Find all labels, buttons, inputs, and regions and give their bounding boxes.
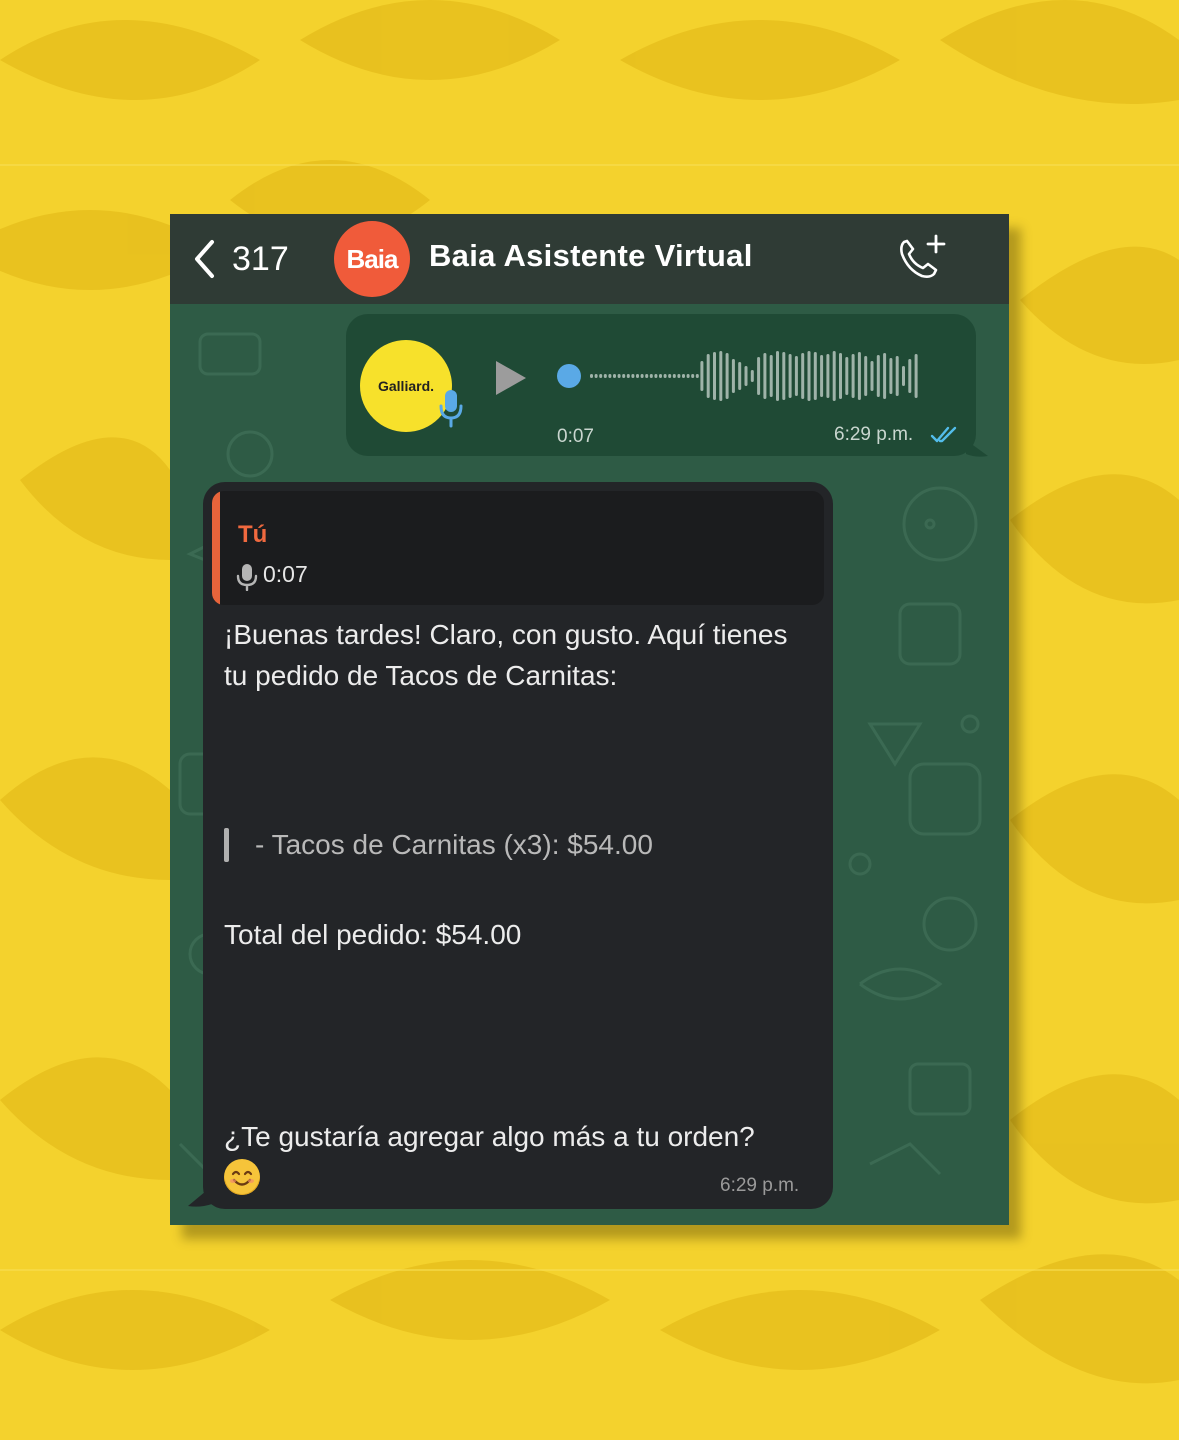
waveform-bar xyxy=(719,351,723,401)
waveform-bar xyxy=(622,374,626,378)
waveform-bar xyxy=(794,356,798,396)
waveform-bar xyxy=(640,374,644,378)
waveform-bar xyxy=(659,374,662,378)
waveform-bar xyxy=(839,353,842,399)
waveform-bar xyxy=(908,359,912,393)
unread-count: 317 xyxy=(232,239,289,278)
waveform-bar xyxy=(851,354,855,398)
waveform-bar xyxy=(914,354,918,398)
waveform-bar xyxy=(672,374,676,378)
waveform-bar xyxy=(631,374,635,378)
message-line-greeting: ¡Buenas tardes! Claro, con gusto. Aquí t… xyxy=(224,619,788,691)
waveform-bar xyxy=(668,374,672,378)
waveform-bar xyxy=(713,352,716,400)
waveform-bar xyxy=(613,374,616,378)
waveform-bar xyxy=(801,353,805,399)
waveform-bar xyxy=(870,361,874,391)
double-check-icon xyxy=(930,426,957,443)
message-line-order-item: - Tacos de Carnitas (x3): $54.00 xyxy=(224,824,653,865)
waveform-bar xyxy=(820,355,824,397)
waveform-bar xyxy=(691,374,695,378)
waveform-bar xyxy=(738,362,742,390)
order-item-text: - Tacos de Carnitas (x3): $54.00 xyxy=(255,829,653,860)
play-icon[interactable] xyxy=(492,358,530,398)
reply-message-bubble: Tú 0:07 ¡Buenas tardes! Claro, con gusto… xyxy=(203,482,833,1209)
waveform-bar xyxy=(617,374,621,378)
back-button[interactable]: 317 xyxy=(192,236,289,282)
avatar-logo-text: Baia xyxy=(346,243,399,274)
voice-duration: 0:07 xyxy=(557,426,594,447)
waveform-bar xyxy=(788,354,792,398)
waveform-bar xyxy=(725,353,729,399)
bubble-tail xyxy=(966,440,988,457)
contact-avatar[interactable]: Baia xyxy=(334,221,410,297)
waveform-bar xyxy=(645,374,649,378)
waveform-bar xyxy=(744,366,748,386)
message-line-question: ¿Te gustaría agregar algo más a tu orden… xyxy=(224,1121,755,1152)
waveform-bar xyxy=(700,361,704,391)
message-line-total: Total del pedido: $54.00 xyxy=(224,919,522,950)
blockquote-bar xyxy=(224,827,229,862)
mic-icon xyxy=(439,390,463,428)
quoted-message[interactable]: Tú 0:07 xyxy=(212,491,824,605)
waveform-bar xyxy=(750,370,754,382)
add-call-icon[interactable] xyxy=(896,234,948,282)
waveform-bar xyxy=(677,374,681,378)
playback-position-dot[interactable] xyxy=(557,364,581,388)
waveform-bar xyxy=(608,374,612,378)
waveform-bar xyxy=(857,352,861,400)
voice-message-bubble: Galliard. 0:07 6:29 p.m. xyxy=(346,314,976,456)
waveform-bar xyxy=(826,354,830,398)
waveform-bar xyxy=(845,357,849,395)
waveform-bar xyxy=(663,374,667,378)
waveform-bar xyxy=(695,374,699,378)
waveform-bar xyxy=(757,357,761,395)
waveform-bar xyxy=(832,351,836,401)
waveform-bar xyxy=(763,353,767,399)
waveform-bar xyxy=(776,351,779,401)
waveform-bar xyxy=(654,374,658,378)
reply-timestamp: 6:29 p.m. xyxy=(720,1175,800,1196)
waveform-bar xyxy=(594,374,598,378)
waveform-bar xyxy=(686,374,690,378)
waveform-bar xyxy=(706,354,710,398)
waveform-bar xyxy=(876,355,880,397)
mic-icon xyxy=(236,564,258,591)
smile-emoji-icon xyxy=(224,1159,260,1195)
sender-avatar-text: Galliard. xyxy=(377,378,435,394)
waveform-bar xyxy=(626,374,630,378)
waveform-bar xyxy=(895,356,899,396)
waveform-bar xyxy=(649,374,653,378)
quote-author: Tú xyxy=(238,521,268,548)
voice-timestamp: 6:29 p.m. xyxy=(834,424,914,445)
waveform-bar xyxy=(864,356,868,396)
waveform-bar xyxy=(731,359,735,393)
quote-duration: 0:07 xyxy=(263,561,308,587)
waveform-bar xyxy=(599,374,603,378)
chevron-left-icon xyxy=(195,240,214,278)
waveform-bar xyxy=(782,352,786,400)
chat-window: 317 Baia Baia Asistente Virtual Galliard… xyxy=(170,214,1009,1225)
bubble-tail xyxy=(188,1186,212,1207)
waveform-bar xyxy=(636,374,639,378)
audio-waveform[interactable] xyxy=(556,350,946,402)
chat-header: 317 Baia Baia Asistente Virtual xyxy=(170,214,1009,304)
waveform-bar xyxy=(813,352,817,400)
waveform-bar xyxy=(889,358,893,394)
waveform-bar xyxy=(807,351,811,401)
waveform-bar xyxy=(902,366,905,386)
waveform-bar xyxy=(590,374,593,378)
waveform-bar xyxy=(682,374,685,378)
contact-name[interactable]: Baia Asistente Virtual xyxy=(429,238,753,274)
waveform-bar xyxy=(603,374,607,378)
waveform-bar xyxy=(769,355,773,397)
waveform-bar xyxy=(883,353,887,399)
quote-accent-bar xyxy=(212,491,220,605)
